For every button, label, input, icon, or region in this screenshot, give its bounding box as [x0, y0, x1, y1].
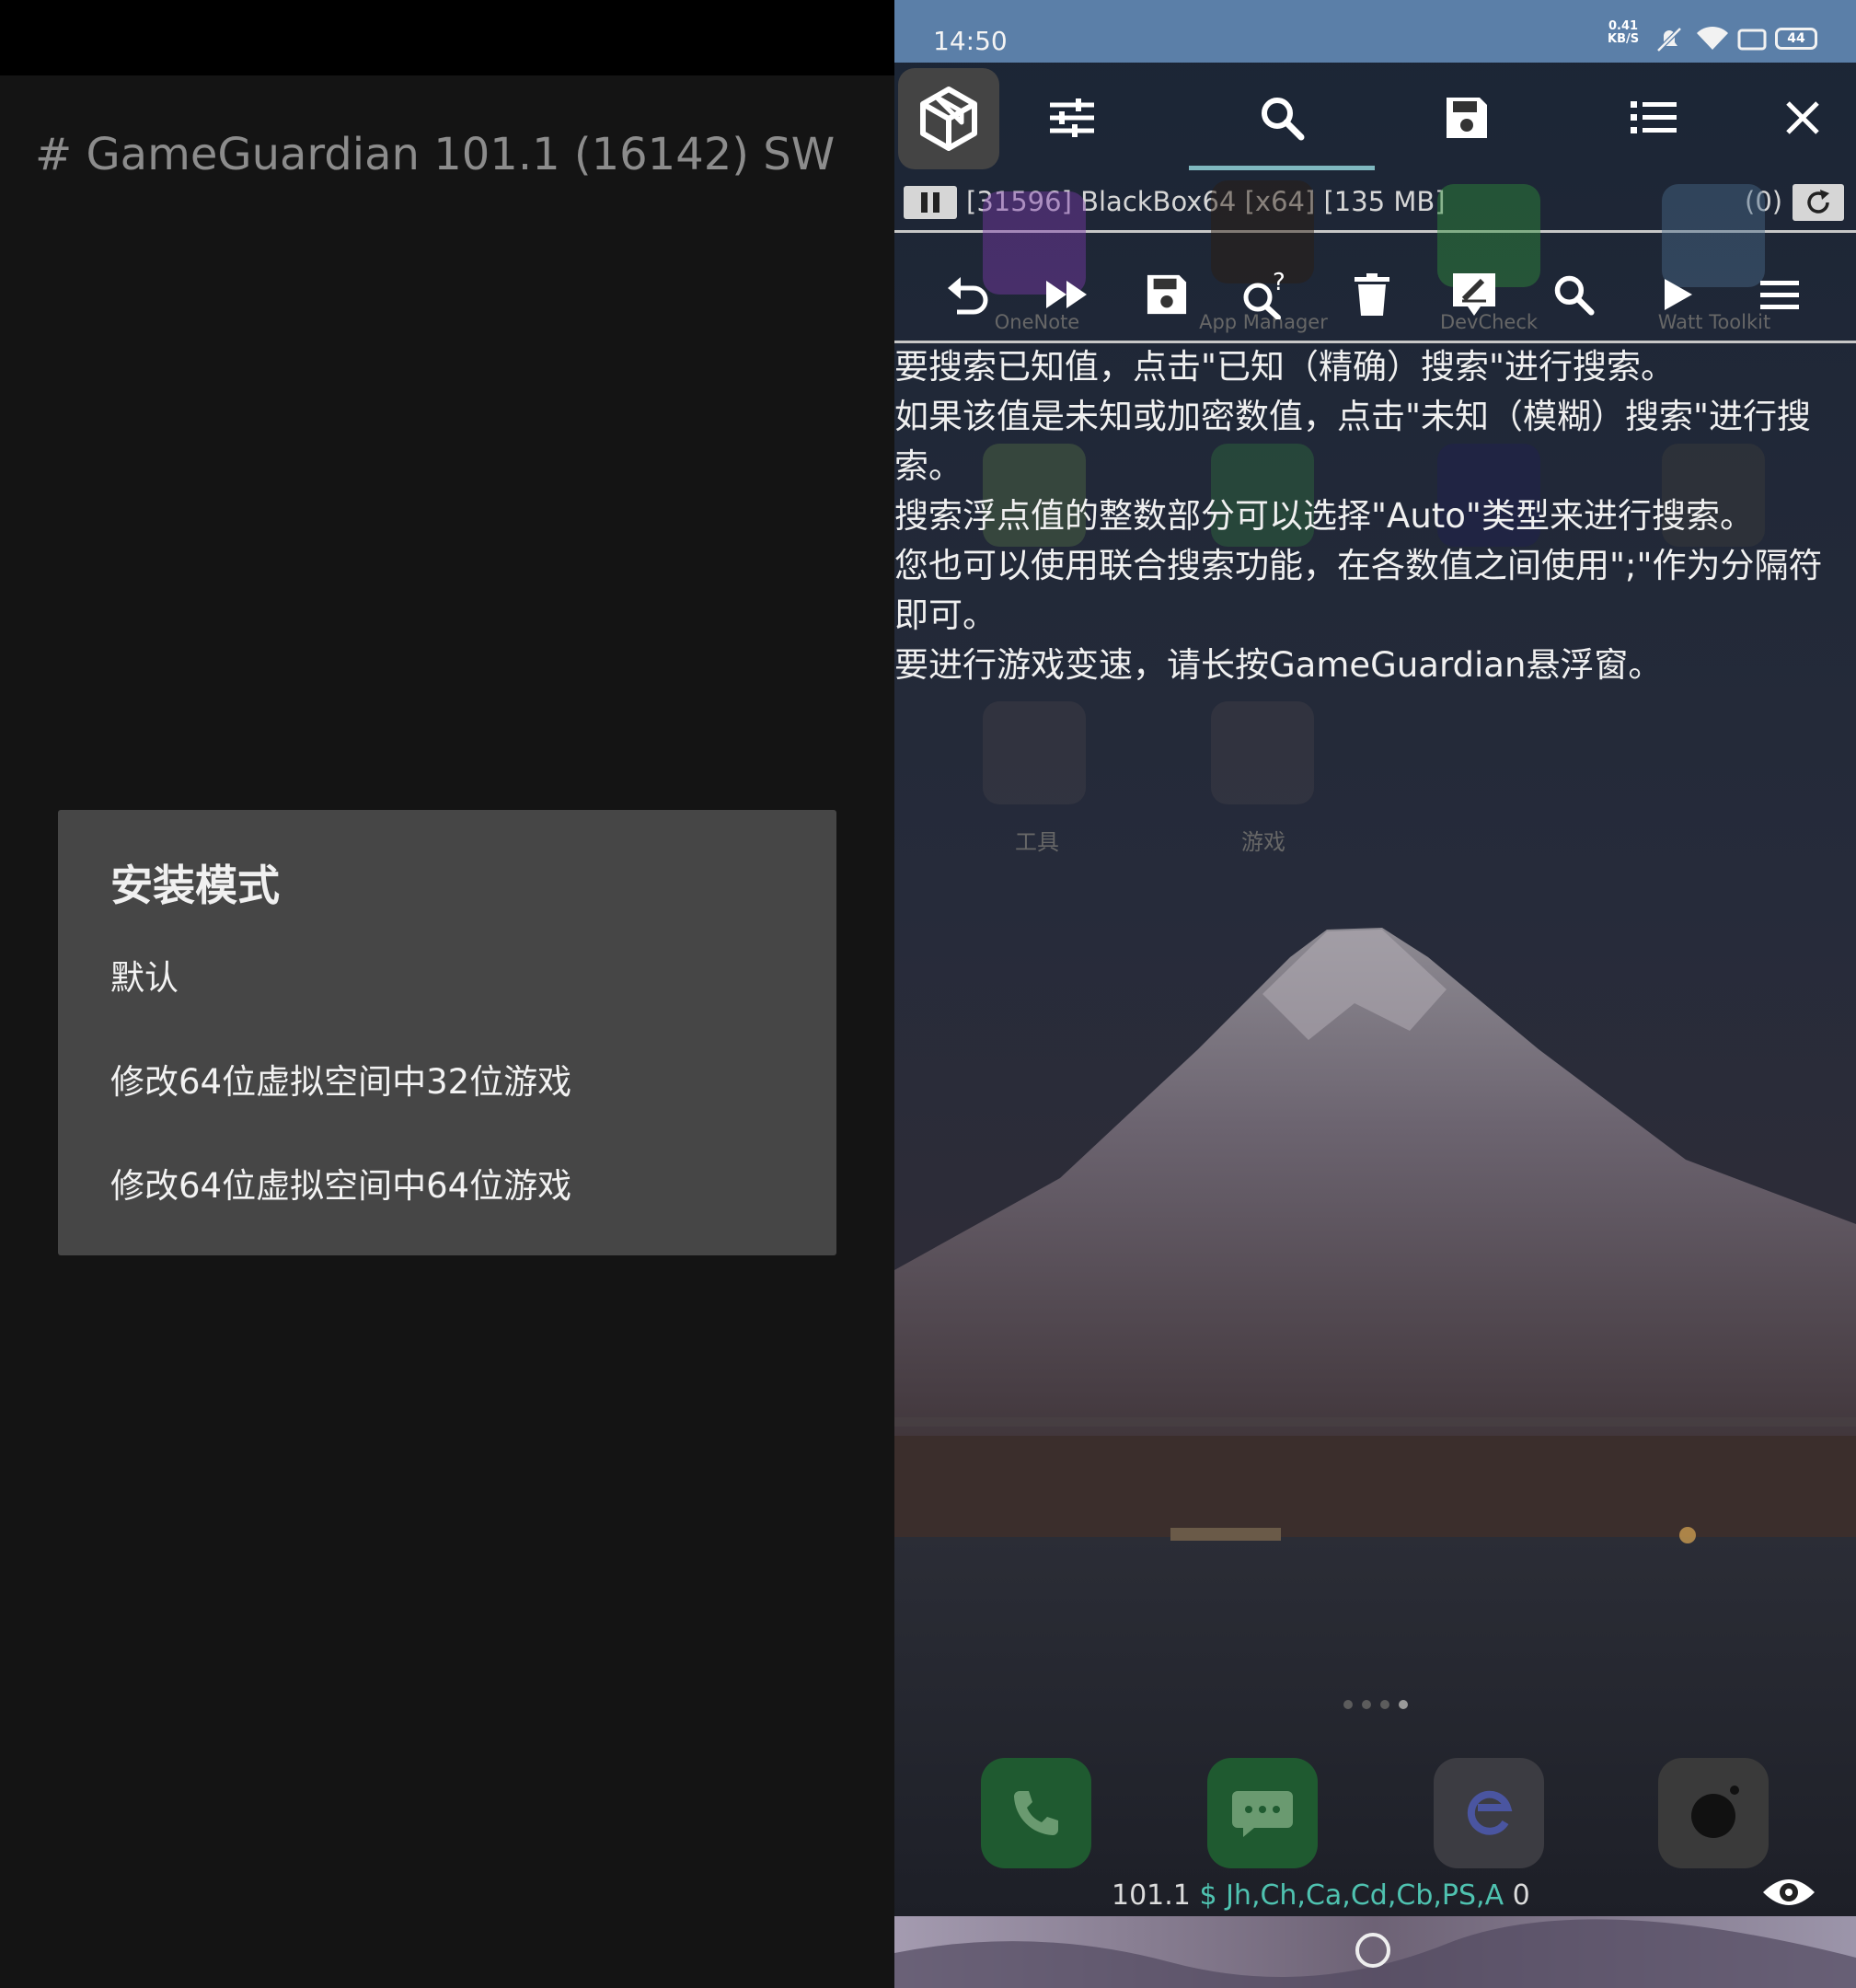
memory-regions[interactable]: Jh,Ch,Ca,Cd,Cb,PS,A — [1226, 1879, 1504, 1912]
refresh-button[interactable] — [1793, 184, 1844, 221]
undo-icon — [948, 277, 988, 315]
active-tab-indicator — [1189, 166, 1375, 170]
option-default[interactable]: 默认 — [110, 950, 179, 1000]
battery-icon: 44 — [1775, 28, 1817, 50]
edit-button[interactable] — [1437, 248, 1511, 341]
region-count: 0 — [1512, 1879, 1530, 1912]
gg-status-line: 101.1 $ Jh,Ch,Ca,Cd,Cb,PS,A 0 — [1112, 1879, 1530, 1912]
option-32bit-in-64[interactable]: 修改64位虚拟空间中32位游戏 — [110, 1054, 571, 1104]
messages-app-icon — [1207, 1758, 1318, 1868]
undo-button[interactable] — [931, 248, 1005, 341]
unknown-search-button[interactable]: ? — [1229, 248, 1303, 341]
page-indicator — [1339, 1695, 1412, 1713]
screen-icon — [1737, 29, 1767, 51]
unknown-search-icon: ? — [1243, 270, 1285, 319]
search-help-text: 要搜索已知值，点击"已知（精确）搜索"进行搜索。 如果该值是未知或加密数值，点击… — [894, 342, 1856, 690]
right-panel: 14:50 0.41 KB/S 44 [31596] BlackBox64 [x… — [894, 0, 1856, 1988]
wifi-icon — [1697, 26, 1728, 50]
search-toolbar: ? — [894, 248, 1856, 341]
option-64bit-in-64[interactable]: 修改64位虚拟空间中64位游戏 — [110, 1158, 571, 1208]
phone-app-icon — [981, 1758, 1091, 1868]
dialog-title: 安装模式 — [110, 861, 280, 910]
folder-tools-icon — [983, 701, 1086, 804]
help-line: 如果该值是未知或加密数值，点击"未知（模糊）搜索"进行搜索。 — [894, 397, 1812, 486]
home-button[interactable] — [1355, 1933, 1390, 1968]
memory-list-tab[interactable] — [1603, 63, 1704, 173]
save-results-button[interactable] — [1130, 248, 1204, 341]
close-icon — [1786, 101, 1819, 134]
net-speed: 0.41 KB/S — [1608, 20, 1639, 46]
list-icon — [1631, 101, 1677, 133]
pause-button[interactable] — [904, 186, 957, 219]
net-speed-unit: KB/S — [1608, 32, 1640, 46]
left-panel: # GameGuardian 101.1 (16142) SW 安装模式 默认 … — [0, 0, 894, 1988]
folder-games-icon — [1211, 701, 1314, 804]
help-line: 要搜索已知值，点击"已知（精确）搜索"进行搜索。 — [894, 347, 1676, 387]
eye-icon — [1763, 1879, 1815, 1905]
main-toolbar — [894, 63, 1856, 173]
help-line: 搜索浮点值的整数部分可以选择"Auto"类型来进行搜索。 — [894, 496, 1754, 536]
save-icon — [1147, 274, 1187, 315]
edit-icon — [1453, 273, 1495, 316]
battery-level: 44 — [1787, 31, 1805, 46]
dollar-sign: $ — [1199, 1879, 1217, 1912]
fast-forward-icon — [1046, 281, 1087, 308]
status-time: 14:50 — [933, 26, 1008, 56]
close-button[interactable] — [1752, 63, 1853, 173]
delete-icon — [1355, 273, 1389, 316]
mute-bell-icon — [1656, 27, 1682, 52]
app-header-title: # GameGuardian 101.1 (16142) SW — [35, 129, 836, 180]
saved-list-tab[interactable] — [1416, 63, 1517, 173]
folder-label-tools: 工具 — [1015, 829, 1059, 855]
version-label: 101.1 — [1112, 1879, 1191, 1912]
refine-search-button[interactable] — [1537, 248, 1610, 341]
search-icon — [1262, 98, 1305, 141]
status-bar: 14:50 0.41 KB/S 44 — [894, 0, 1856, 63]
sliders-icon — [1050, 98, 1094, 137]
more-menu-button[interactable] — [1743, 248, 1816, 341]
visibility-toggle[interactable] — [1761, 1872, 1816, 1913]
menu-icon — [1760, 281, 1799, 309]
refresh-icon — [1807, 190, 1829, 214]
search-tab[interactable] — [1231, 63, 1332, 173]
run-script-button[interactable] — [1642, 248, 1715, 341]
svg-text:?: ? — [1273, 270, 1285, 296]
help-line: 要进行游戏变速，请长按GameGuardian悬浮窗。 — [894, 645, 1663, 685]
top-bar — [0, 0, 894, 75]
search-icon — [1554, 275, 1595, 316]
delete-button[interactable] — [1335, 248, 1409, 341]
install-mode-dialog: 安装模式 默认 修改64位虚拟空间中32位游戏 修改64位虚拟空间中64位游戏 — [58, 810, 836, 1255]
browser-app-icon — [1434, 1758, 1544, 1868]
save-icon — [1447, 98, 1487, 138]
pause-icon — [918, 192, 942, 213]
net-speed-value: 0.41 — [1608, 19, 1639, 33]
fast-forward-button[interactable] — [1031, 248, 1104, 341]
folder-label-games: 游戏 — [1241, 829, 1285, 855]
help-line: 您也可以使用联合搜索功能，在各数值之间使用";"作为分隔符即可。 — [894, 546, 1823, 635]
settings-tab[interactable] — [1021, 63, 1123, 173]
camera-app-icon — [1658, 1758, 1769, 1868]
play-icon — [1665, 279, 1692, 310]
